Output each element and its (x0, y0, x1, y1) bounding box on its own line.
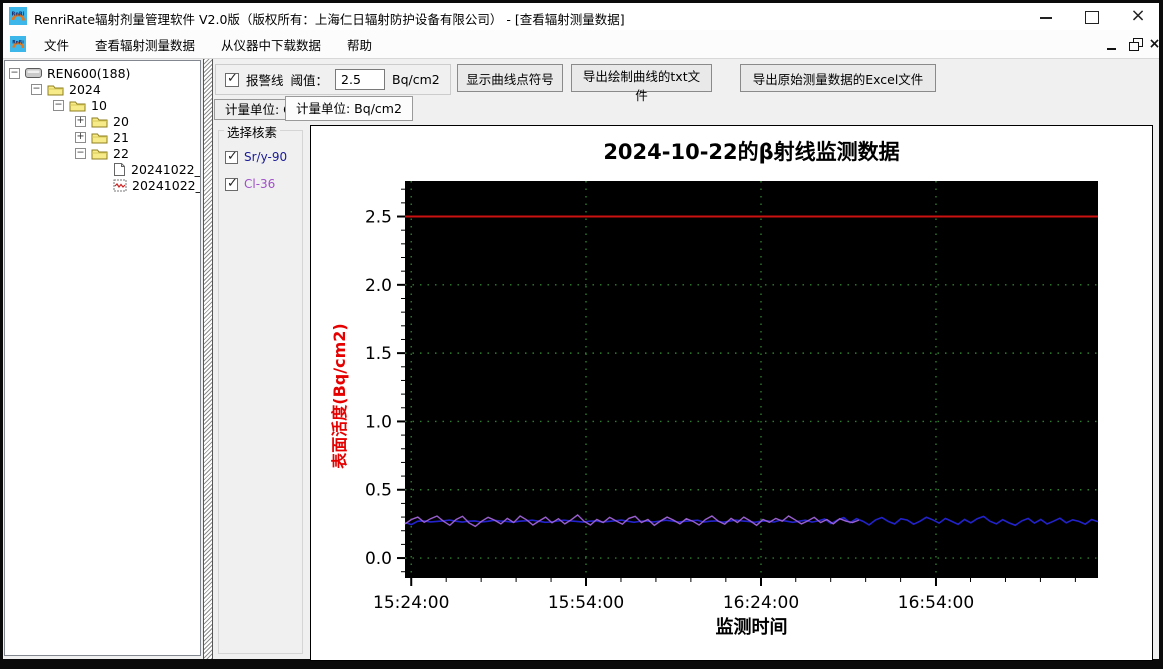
x-tick-label: 16:54:00 (898, 593, 974, 613)
nuclide-label: Cl-36 (244, 177, 276, 191)
mdi-close-button[interactable]: × (1146, 36, 1163, 53)
nuclide-selection-panel: 选择核素 ✓ Sr/y-90 ✓ Cl-36 (218, 122, 303, 654)
app-window: RnRi RenriRate辐射剂量管理软件 V2.0版（版权所有：上海仁日辐射… (0, 0, 1163, 669)
menu-item-0[interactable]: 文件 (31, 35, 82, 54)
expand-toggle-icon[interactable]: + (75, 115, 86, 127)
y-tick-label: 0.5 (365, 481, 392, 501)
x-tick-label: 15:54:00 (548, 593, 624, 613)
show-curve-points-button[interactable]: 显示曲线点符号 (457, 64, 563, 92)
nuclide-checkbox[interactable]: ✓ (225, 175, 238, 191)
tree-item-label: REN600(188) (47, 65, 131, 81)
nuclide-panel-title: 选择核素 (224, 122, 281, 141)
tree-item-label: 20241022_α (131, 161, 201, 177)
nuclide-row: ✓ Cl-36 (225, 175, 302, 191)
device-tree: −REN600(188)−2024−10+20+21−2220241022_α2… (5, 65, 200, 193)
doc-icon (113, 162, 126, 177)
device-tree-panel: −REN600(188)−2024−10+20+21−2220241022_α2… (4, 60, 201, 656)
menu-item-1[interactable]: 查看辐射测量数据 (82, 35, 208, 54)
chart-panel: 0.0 0.5 1.0 1.5 2.0 2.5 15:24:00 15:54:00 16:24:… (310, 125, 1153, 661)
maximize-button[interactable] (1075, 3, 1107, 30)
tree-item[interactable]: +21 (5, 129, 200, 145)
minimize-button[interactable] (1030, 3, 1062, 30)
tab-unit-bqcm2[interactable]: 计量单位: Bq/cm2 (285, 96, 413, 121)
menu-item-2[interactable]: 从仪器中下载数据 (208, 35, 334, 54)
expand-toggle-icon[interactable]: + (75, 131, 86, 143)
tree-item-label: 2024 (69, 81, 101, 97)
window-title: RenriRate辐射剂量管理软件 V2.0版（版权所有：上海仁日辐射防护设备有… (34, 12, 625, 27)
y-tick-label: 0.0 (365, 549, 392, 569)
menu-bar: RnRi 文件 查看辐射测量数据 从仪器中下载数据 帮助 × (3, 30, 1160, 59)
nuclide-checkbox[interactable]: ✓ (225, 148, 238, 164)
collapse-toggle-icon[interactable]: − (31, 83, 42, 95)
device-icon (25, 67, 42, 79)
tree-item-label: 22 (113, 145, 129, 161)
folder-icon (47, 83, 64, 96)
nuclide-row: ✓ Sr/y-90 (225, 148, 302, 164)
alarm-settings-panel: ✓ 报警线 阈值： Bq/cm2 (215, 64, 451, 95)
chart-title: 2024-10-22的β射线监测数据 (603, 140, 900, 164)
alarm-line-label: 报警线 (246, 73, 284, 88)
tree-item-label: 20 (113, 113, 129, 129)
x-axis-title: 监测时间 (715, 617, 788, 638)
y-tick-label: 1.5 (365, 344, 392, 364)
tree-item[interactable]: 20241022_β (5, 177, 200, 193)
splitter-handle[interactable] (203, 59, 213, 659)
collapse-toggle-icon[interactable]: − (75, 147, 86, 159)
tree-item[interactable]: +20 (5, 113, 200, 129)
threshold-unit-label: Bq/cm2 (392, 72, 440, 87)
y-tick-label: 1.0 (365, 412, 392, 432)
svg-text:RnRi: RnRi (12, 40, 24, 46)
folder-icon (91, 131, 108, 144)
checkmark-icon: ✓ (227, 70, 238, 86)
mdi-restore-button[interactable] (1127, 36, 1144, 53)
y-axis-title: 表面活度(Bq/cm2) (330, 323, 349, 469)
export-txt-button[interactable]: 导出绘制曲线的txt文件 (571, 64, 712, 103)
tree-item-label: 21 (113, 129, 129, 145)
folder-icon (91, 115, 108, 128)
plot-background (405, 181, 1098, 578)
menu-items: 文件 查看辐射测量数据 从仪器中下载数据 帮助 (31, 30, 385, 58)
app-logo-icon: RnRi (9, 7, 27, 25)
collapse-toggle-icon[interactable]: − (53, 99, 64, 111)
nuclide-list: ✓ Sr/y-90 ✓ Cl-36 (219, 148, 302, 191)
checkmark-icon: ✓ (227, 148, 238, 164)
title-bar: RnRi RenriRate辐射剂量管理软件 V2.0版（版权所有：上海仁日辐射… (3, 3, 1159, 30)
threshold-label: 阈值： (290, 73, 329, 88)
svg-text:RnRi: RnRi (12, 12, 25, 18)
threshold-input[interactable] (335, 69, 386, 90)
x-tick-label: 15:24:00 (373, 593, 449, 613)
mdi-document-icon: RnRi (10, 36, 26, 52)
mdi-minimize-button[interactable] (1104, 36, 1121, 53)
tree-item[interactable]: − 10 (5, 97, 200, 113)
chart-plot: 0.0 0.5 1.0 1.5 2.0 2.5 15:24:00 15:54:00 16:24:… (365, 181, 1099, 613)
tree-item-label: 10 (91, 97, 107, 113)
collapse-toggle-icon[interactable]: − (9, 67, 20, 79)
folder-icon (69, 99, 86, 112)
export-excel-button[interactable]: 导出原始测量数据的Excel文件 (740, 64, 936, 92)
y-tick-label: 2.0 (365, 276, 392, 296)
close-button[interactable]: × (1122, 3, 1154, 30)
client-area: −REN600(188)−2024−10+20+21−2220241022_α2… (3, 59, 1159, 661)
folder-icon (91, 147, 108, 160)
tree-item-label: 20241022_β (132, 177, 200, 193)
tree-item[interactable]: − 2024 (5, 81, 200, 97)
tree-item[interactable]: 20241022_α (5, 161, 200, 177)
tree-item[interactable]: − REN600(188) (5, 65, 200, 81)
chart-icon (113, 178, 127, 193)
x-tick-label: 16:24:00 (723, 593, 799, 613)
checkmark-icon: ✓ (227, 175, 238, 191)
nuclide-label: Sr/y-90 (244, 150, 288, 164)
alarm-line-checkbox[interactable]: ✓ (225, 70, 239, 87)
menu-item-3[interactable]: 帮助 (334, 35, 385, 54)
tree-item[interactable]: − 22 (5, 145, 200, 161)
y-tick-label: 2.5 (365, 208, 392, 228)
